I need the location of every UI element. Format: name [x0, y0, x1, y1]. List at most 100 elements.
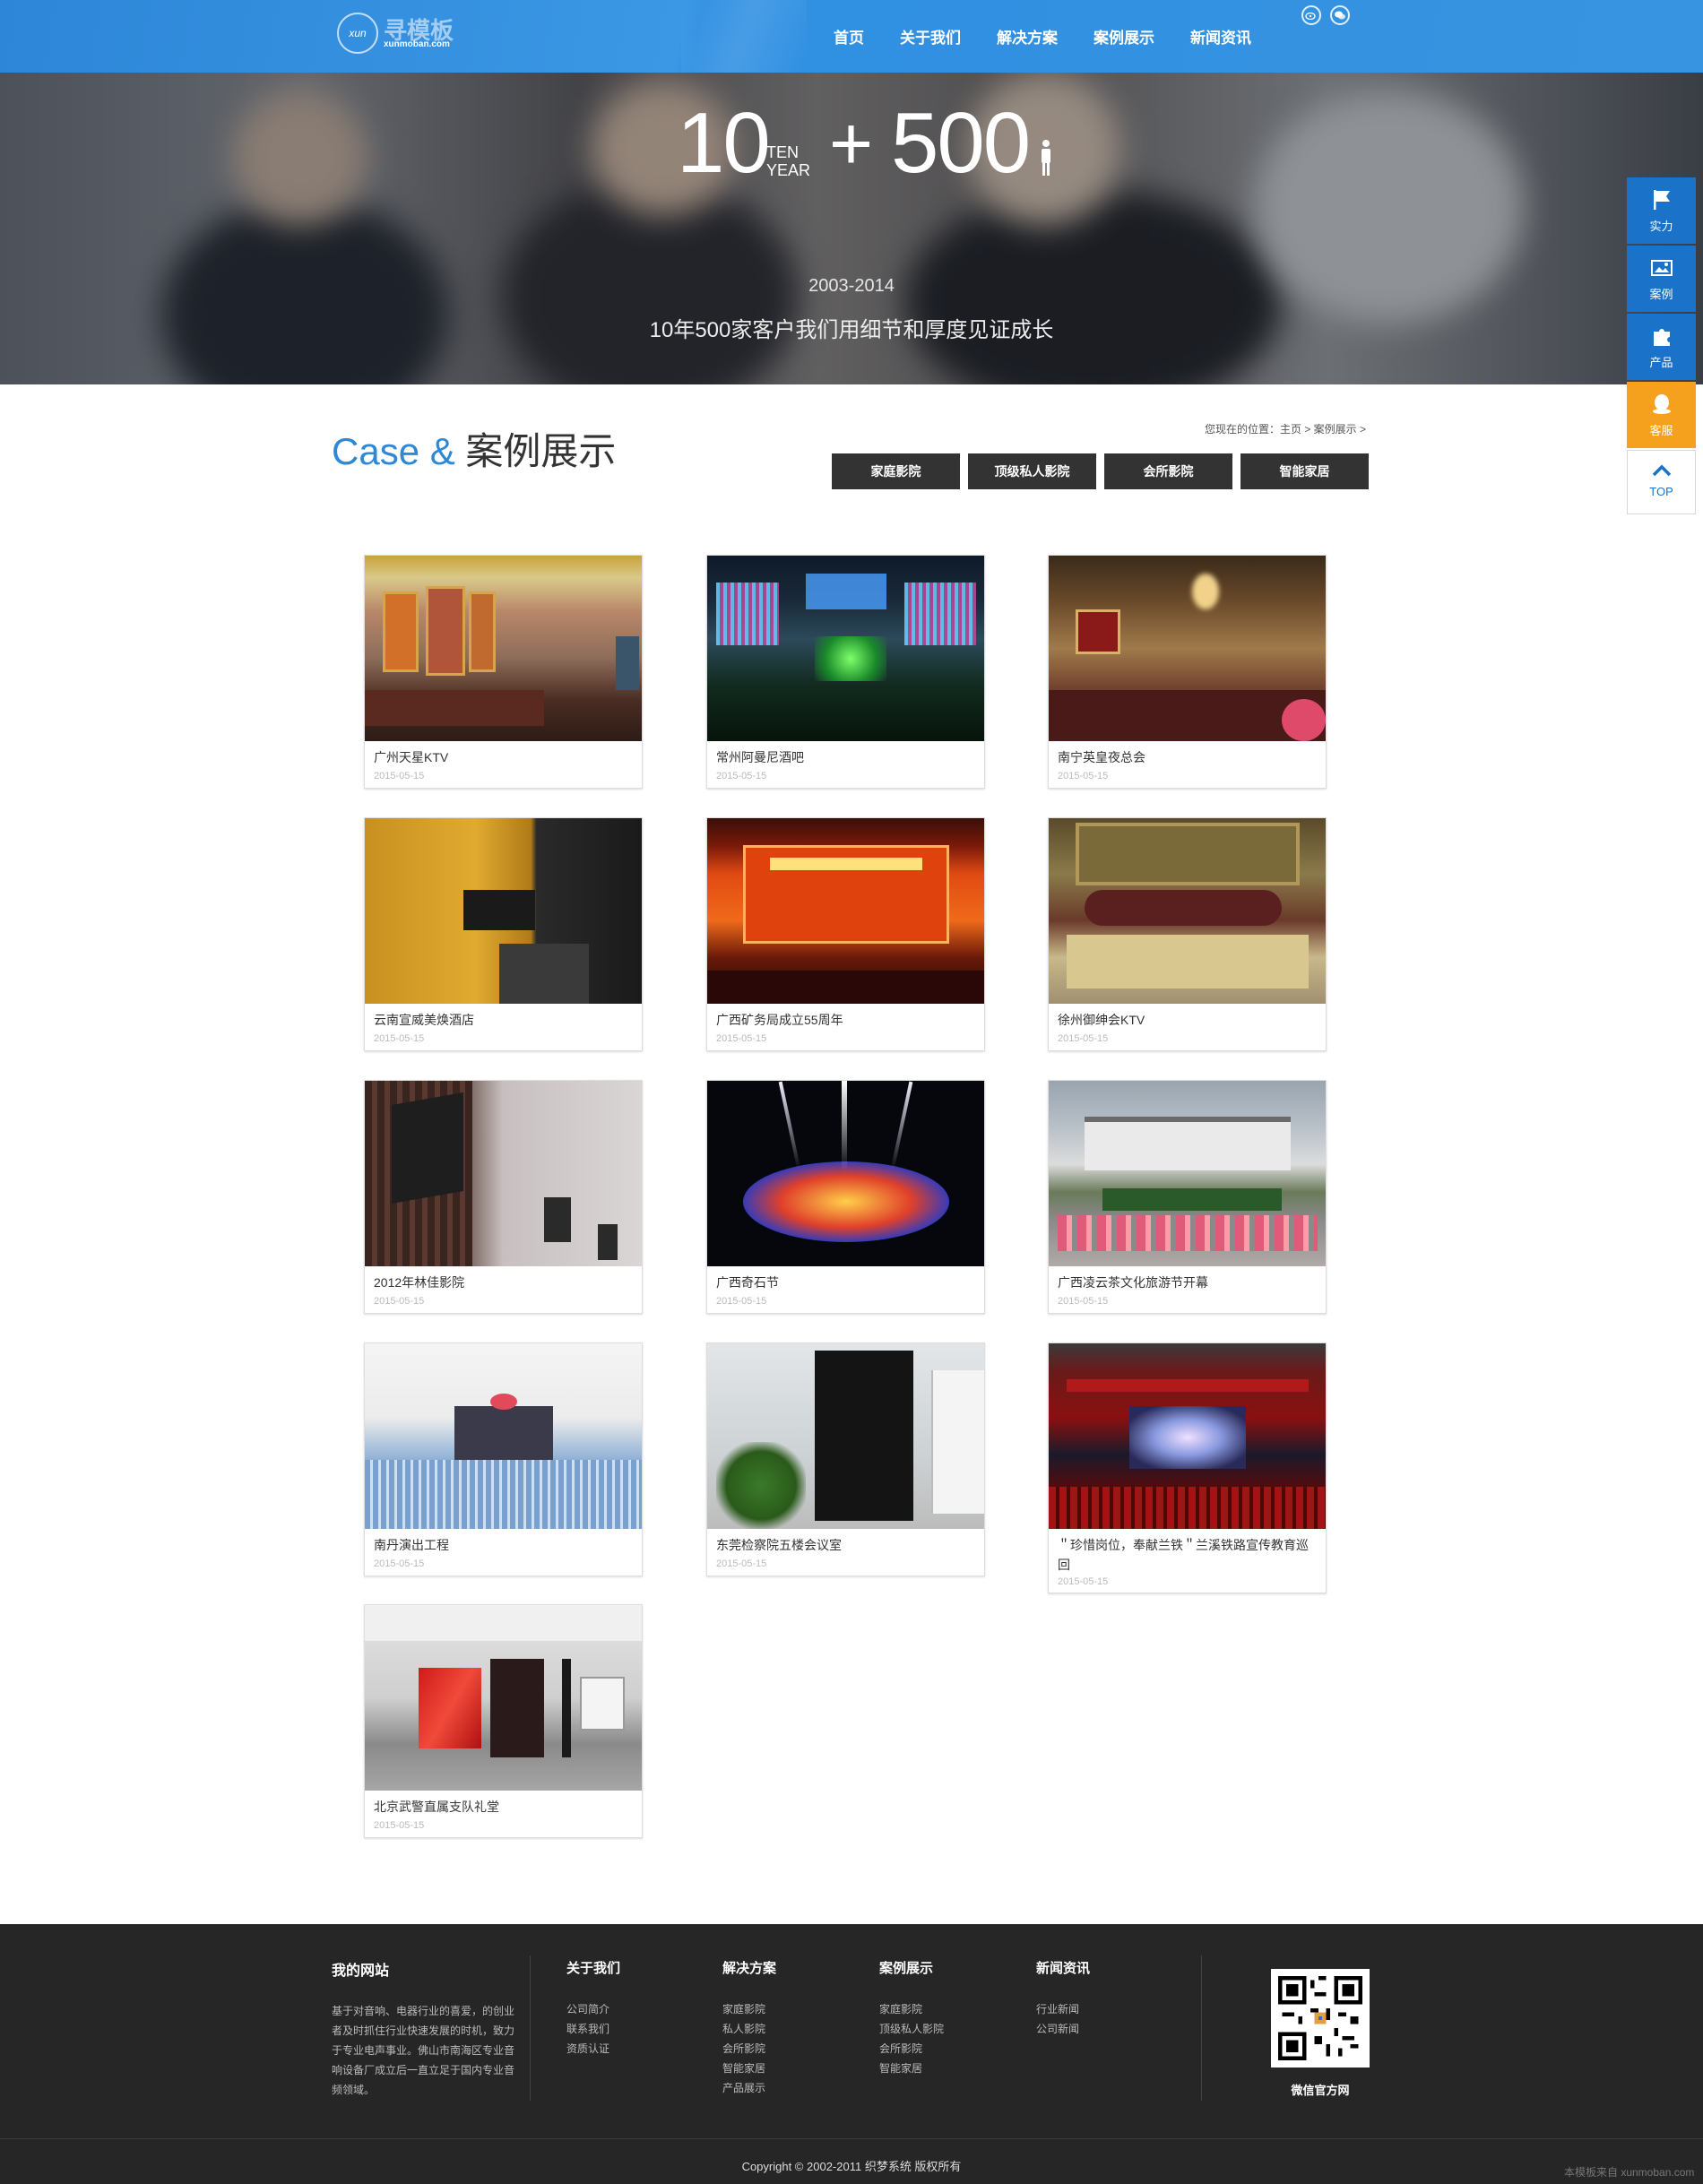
copyright: Copyright © 2002-2011 织梦系统 版权所有 [741, 2160, 962, 2173]
nav-solutions[interactable]: 解决方案 [997, 25, 1058, 50]
nav-home[interactable]: 首页 [834, 25, 864, 50]
case-title[interactable]: 南宁英皇夜总会 [1058, 747, 1318, 767]
case-date: 2015-05-15 [374, 771, 425, 781]
footer-link[interactable]: 联系我们 [566, 2019, 609, 2039]
footer-link[interactable]: 公司简介 [566, 1999, 609, 2019]
case-card[interactable]: 广西奇石节 2015-05-15 [706, 1080, 985, 1314]
case-image[interactable] [707, 1081, 984, 1266]
footer-link[interactable]: 私人影院 [722, 2019, 765, 2039]
float-customer-service[interactable]: 客服 [1627, 382, 1696, 448]
case-card[interactable]: ＂珍惜岗位，奉献兰铁＂兰溪铁路宣传教育巡回 2015-05-15 [1048, 1342, 1327, 1593]
case-card[interactable]: 南丹演出工程 2015-05-15 [364, 1342, 643, 1576]
footer-link[interactable]: 会所影院 [879, 2039, 944, 2059]
flag-icon [1653, 190, 1670, 210]
footer-col-title[interactable]: 案例展示 [879, 1958, 933, 1977]
case-card[interactable]: 南宁英皇夜总会 2015-05-15 [1048, 555, 1327, 789]
footer-site-title: 我的网站 [332, 1964, 390, 1979]
case-card[interactable]: 广州天星KTV 2015-05-15 [364, 555, 643, 789]
case-image[interactable] [1049, 556, 1326, 741]
logo-mark: xun [337, 13, 378, 54]
footer-link[interactable]: 公司新闻 [1036, 2019, 1079, 2039]
case-title[interactable]: 2012年林佳影院 [374, 1273, 634, 1292]
case-title[interactable]: 常州阿曼尼酒吧 [716, 747, 976, 767]
banner-plus: + [829, 101, 874, 186]
case-title[interactable]: 广西凌云茶文化旅游节开幕 [1058, 1273, 1318, 1292]
case-card[interactable]: 2012年林佳影院 2015-05-15 [364, 1080, 643, 1314]
wechat-icon[interactable] [1330, 5, 1350, 25]
footer-link[interactable]: 资质认证 [566, 2039, 609, 2059]
case-date: 2015-05-15 [716, 1033, 767, 1044]
logo-domain: xunmoban.com [384, 39, 450, 49]
case-card[interactable]: 广西矿务局成立55周年 2015-05-15 [706, 817, 985, 1051]
footer-col-title[interactable]: 新闻资讯 [1036, 1958, 1090, 1977]
footer-link[interactable]: 会所影院 [722, 2039, 765, 2059]
float-cases[interactable]: 案例 [1627, 246, 1696, 312]
side-toolbar: 实力 案例 产品 客服 TOP [1627, 177, 1696, 516]
case-title[interactable]: 徐州御绅会KTV [1058, 1010, 1318, 1030]
case-title[interactable]: 南丹演出工程 [374, 1535, 634, 1555]
case-card[interactable]: 云南宣威美焕酒店 2015-05-15 [364, 817, 643, 1051]
case-image[interactable] [365, 556, 642, 741]
case-image[interactable] [707, 1343, 984, 1529]
case-title[interactable]: 广西矿务局成立55周年 [716, 1010, 976, 1030]
footer-link[interactable]: 顶级私人影院 [879, 2019, 944, 2039]
float-strength[interactable]: 实力 [1627, 177, 1696, 244]
case-image[interactable] [365, 1605, 642, 1791]
case-card[interactable]: 东莞检察院五楼会议室 2015-05-15 [706, 1342, 985, 1576]
banner-years: 2003-2014 [808, 276, 895, 296]
footer-link[interactable]: 行业新闻 [1036, 1999, 1079, 2019]
template-watermark: 本模板来自 xunmoban.com [1564, 2166, 1695, 2179]
footer-link[interactable]: 家庭影院 [722, 1999, 765, 2019]
breadcrumb[interactable]: 您现在的位置：主页 > 案例展示 > [1205, 421, 1366, 436]
footer-link[interactable]: 智能家居 [722, 2059, 765, 2078]
site-logo[interactable]: xun 寻模板 xunmoban.com [337, 11, 471, 63]
case-image[interactable] [365, 1343, 642, 1529]
case-title[interactable]: 北京武警直属支队礼堂 [374, 1797, 634, 1817]
footer-col-title[interactable]: 解决方案 [722, 1958, 776, 1977]
footer-divider [530, 1955, 531, 2101]
footer-divider [1201, 1955, 1202, 2101]
case-date: 2015-05-15 [374, 1033, 425, 1044]
puzzle-icon [1653, 329, 1670, 346]
footer-links-solutions: 家庭影院 私人影院 会所影院 智能家居 产品展示 [722, 1999, 765, 2098]
tab-club-theater[interactable]: 会所影院 [1104, 453, 1232, 489]
case-card[interactable]: 广西凌云茶文化旅游节开幕 2015-05-15 [1048, 1080, 1327, 1314]
case-card[interactable]: 北京武警直属支队礼堂 2015-05-15 [364, 1604, 643, 1838]
nav-cases[interactable]: 案例展示 [1094, 25, 1154, 50]
weibo-icon[interactable] [1301, 5, 1321, 25]
case-title[interactable]: ＂珍惜岗位，奉献兰铁＂兰溪铁路宣传教育巡回 [1058, 1535, 1318, 1575]
category-tabs: 家庭影院 顶级私人影院 会所影院 智能家居 [832, 453, 1377, 489]
nav-news[interactable]: 新闻资讯 [1190, 25, 1251, 50]
case-date: 2015-05-15 [1058, 1296, 1109, 1307]
case-image[interactable] [707, 818, 984, 1004]
site-header: xun 寻模板 xunmoban.com 首页 关于我们 解决方案 案例展示 新… [0, 0, 1703, 73]
footer-col-title[interactable]: 关于我们 [566, 1958, 620, 1977]
case-title[interactable]: 云南宣威美焕酒店 [374, 1010, 634, 1030]
case-image[interactable] [1049, 1343, 1326, 1529]
case-date: 2015-05-15 [374, 1820, 425, 1831]
case-image[interactable] [1049, 818, 1326, 1004]
tab-private-theater[interactable]: 顶级私人影院 [968, 453, 1096, 489]
case-image[interactable] [1049, 1081, 1326, 1266]
case-image[interactable] [707, 556, 984, 741]
footer-link[interactable]: 家庭影院 [879, 1999, 944, 2019]
float-products[interactable]: 产品 [1627, 314, 1696, 380]
case-card[interactable]: 徐州御绅会KTV 2015-05-15 [1048, 817, 1327, 1051]
tab-home-theater[interactable]: 家庭影院 [832, 453, 960, 489]
banner-ten-year: TEN YEAR [766, 143, 811, 179]
case-title[interactable]: 东莞检察院五楼会议室 [716, 1535, 976, 1555]
case-date: 2015-05-15 [1058, 1033, 1109, 1044]
case-image[interactable] [365, 1081, 642, 1266]
case-title[interactable]: 广西奇石节 [716, 1273, 976, 1292]
footer-link[interactable]: 智能家居 [879, 2059, 944, 2078]
case-card[interactable]: 常州阿曼尼酒吧 2015-05-15 [706, 555, 985, 789]
nav-about[interactable]: 关于我们 [900, 25, 961, 50]
footer-link[interactable]: 产品展示 [722, 2078, 765, 2098]
header-decoration [681, 0, 807, 73]
site-footer: 我的网站 基于对音响、电器行业的喜爱，的创业者及时抓住行业快速发展的时机，致力于… [0, 1924, 1703, 2184]
qq-icon [1652, 394, 1671, 414]
case-image[interactable] [365, 818, 642, 1004]
back-to-top-button[interactable]: TOP [1627, 450, 1696, 514]
tab-smart-home[interactable]: 智能家居 [1241, 453, 1369, 489]
case-title[interactable]: 广州天星KTV [374, 747, 634, 767]
